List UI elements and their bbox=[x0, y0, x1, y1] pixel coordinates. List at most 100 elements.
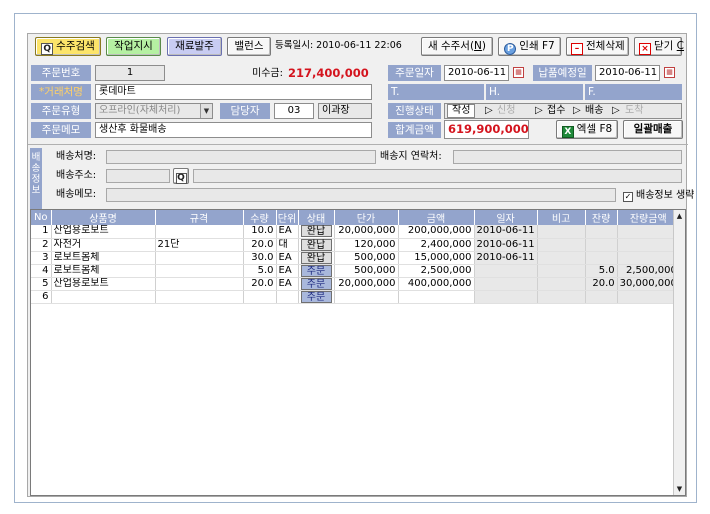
order-type-select[interactable]: 오프라인(자체처리) bbox=[95, 103, 213, 119]
cell-remain-amount[interactable] bbox=[617, 251, 680, 265]
cell-date[interactable]: 2010-06-11 bbox=[474, 251, 538, 265]
delivery-date-field[interactable]: 2010-06-11 bbox=[595, 65, 660, 81]
print-button[interactable]: P 인쇄 F7 bbox=[498, 37, 561, 56]
cell-remain[interactable] bbox=[585, 290, 618, 304]
close-button[interactable]: × 닫기 C bbox=[634, 37, 684, 56]
order-memo-field[interactable]: 생산후 화물배송 bbox=[95, 122, 372, 138]
cell-note[interactable] bbox=[537, 277, 586, 291]
cell-status[interactable]: 완납 bbox=[298, 238, 335, 252]
cell-name[interactable]: 산업용로보트 bbox=[51, 277, 156, 291]
cell-note[interactable] bbox=[537, 264, 586, 278]
cell-no[interactable]: 3 bbox=[31, 251, 52, 265]
cell-remain-amount[interactable]: 2,500,000 bbox=[617, 264, 680, 278]
cell-remain[interactable] bbox=[585, 251, 618, 265]
cell-date[interactable] bbox=[474, 277, 538, 291]
scroll-down-icon[interactable]: ▼ bbox=[674, 483, 685, 495]
cell-no[interactable]: 4 bbox=[31, 264, 52, 278]
col-header-unit[interactable]: 단위 bbox=[276, 210, 299, 225]
cell-qty[interactable]: 20.0 bbox=[243, 277, 277, 291]
work-order-button[interactable]: 작업지시 bbox=[106, 37, 161, 56]
cell-unit[interactable]: 대 bbox=[276, 238, 299, 252]
progress-step-write[interactable]: 작성 bbox=[447, 104, 476, 118]
cell-note[interactable] bbox=[537, 251, 586, 265]
shipping-contact-field[interactable] bbox=[453, 150, 682, 164]
cell-qty[interactable]: 20.0 bbox=[243, 238, 277, 252]
cell-name[interactable]: 로보트몸체 bbox=[51, 264, 156, 278]
cell-note[interactable] bbox=[537, 290, 586, 304]
cell-spec[interactable] bbox=[155, 290, 244, 304]
cell-no[interactable]: 5 bbox=[31, 277, 52, 291]
scroll-up-icon[interactable]: ▲ bbox=[674, 210, 685, 222]
shipping-memo-field[interactable] bbox=[106, 188, 616, 202]
col-header-status[interactable]: 상태 bbox=[298, 210, 335, 225]
progress-step-apply[interactable]: 신청 bbox=[497, 104, 515, 118]
cell-price[interactable]: 500,000 bbox=[334, 251, 399, 265]
cell-status[interactable]: 주문 bbox=[298, 264, 335, 278]
progress-step-receive[interactable]: 접수 bbox=[547, 104, 565, 118]
cell-remain[interactable] bbox=[585, 238, 618, 252]
cell-no[interactable]: 6 bbox=[31, 290, 52, 304]
table-row[interactable]: 3 로보트몸체 30.0 EA 완납 500,000 15,000,000 2010-06-1… bbox=[31, 251, 680, 265]
status-badge[interactable]: 주문 bbox=[300, 264, 332, 276]
col-header-remain-amount[interactable]: 잔량금액 bbox=[617, 210, 680, 225]
status-badge[interactable]: 완납 bbox=[300, 238, 332, 250]
cell-price[interactable] bbox=[334, 290, 399, 304]
order-date-field[interactable]: 2010-06-11 bbox=[444, 65, 509, 81]
cell-note[interactable] bbox=[537, 225, 586, 239]
cell-unit[interactable]: EA bbox=[276, 264, 299, 278]
cell-remain[interactable]: 20.0 bbox=[585, 277, 618, 291]
progress-step-ship[interactable]: 배송 bbox=[585, 104, 603, 118]
cell-spec[interactable] bbox=[155, 277, 244, 291]
cell-no[interactable]: 1 bbox=[31, 225, 52, 239]
cell-remain-amount[interactable]: 30,000,000 bbox=[617, 277, 680, 291]
bulk-sales-button[interactable]: 일괄매출 bbox=[623, 120, 683, 139]
shipping-address-field[interactable] bbox=[193, 169, 682, 183]
col-header-note[interactable]: 비고 bbox=[537, 210, 586, 225]
customer-name-field[interactable]: 롯데마트 bbox=[95, 84, 372, 100]
order-search-button[interactable]: Q 수주검색 bbox=[35, 37, 101, 56]
cell-spec[interactable]: 21단 bbox=[155, 238, 244, 252]
new-order-button[interactable]: 새 수주서(N) bbox=[421, 37, 493, 56]
progress-step-arrive[interactable]: 도착 bbox=[625, 104, 643, 118]
table-row[interactable]: 1 산업용로보트 10.0 EA 완납 20,000,000 200,000,000 2010… bbox=[31, 225, 680, 239]
cell-date[interactable]: 2010-06-11 bbox=[474, 225, 538, 239]
table-row[interactable]: 6 주문 bbox=[31, 290, 680, 304]
cell-note[interactable] bbox=[537, 238, 586, 252]
status-badge[interactable]: 주문 bbox=[300, 277, 332, 289]
cell-unit[interactable]: EA bbox=[276, 225, 299, 239]
cell-amount[interactable]: 2,400,000 bbox=[398, 238, 475, 252]
cell-remain[interactable]: 5.0 bbox=[585, 264, 618, 278]
table-row[interactable]: 2 자전거 21단 20.0 대 완납 120,000 2,400,000 2010-06-11 bbox=[31, 238, 680, 252]
col-header-amount[interactable]: 금액 bbox=[398, 210, 475, 225]
excel-button[interactable]: X 엑셀 F8 bbox=[556, 120, 618, 139]
cell-amount[interactable]: 2,500,000 bbox=[398, 264, 475, 278]
cell-date[interactable]: 2010-06-11 bbox=[474, 238, 538, 252]
calendar-icon[interactable]: ▦ bbox=[513, 67, 524, 78]
cell-amount[interactable]: 200,000,000 bbox=[398, 225, 475, 239]
cell-status[interactable]: 주문 bbox=[298, 277, 335, 291]
calendar-icon[interactable]: ▦ bbox=[664, 67, 675, 78]
cell-date[interactable] bbox=[474, 290, 538, 304]
cell-price[interactable]: 20,000,000 bbox=[334, 225, 399, 239]
status-badge[interactable]: 완납 bbox=[300, 225, 332, 237]
table-row[interactable]: 4 로보트몸체 5.0 EA 주문 500,000 2,500,000 5.0 2,500,00… bbox=[31, 264, 680, 278]
cell-name[interactable]: 로보트몸체 bbox=[51, 251, 156, 265]
cell-unit[interactable]: EA bbox=[276, 277, 299, 291]
cell-name[interactable]: 자전거 bbox=[51, 238, 156, 252]
cell-spec[interactable] bbox=[155, 251, 244, 265]
cell-status[interactable]: 완납 bbox=[298, 225, 335, 239]
skip-shipping-checkbox[interactable]: ✓ 배송정보 생략 bbox=[623, 189, 694, 203]
cell-name[interactable]: 산업용로보트 bbox=[51, 225, 156, 239]
cell-status[interactable]: 주문 bbox=[298, 290, 335, 304]
col-header-remain[interactable]: 잔량 bbox=[585, 210, 618, 225]
cell-remain-amount[interactable] bbox=[617, 225, 680, 239]
col-header-spec[interactable]: 규격 bbox=[155, 210, 244, 225]
cell-remain-amount[interactable] bbox=[617, 238, 680, 252]
cell-remain-amount[interactable] bbox=[617, 290, 680, 304]
balance-button[interactable]: 밸런스 bbox=[227, 37, 271, 56]
address-search-button[interactable]: Q bbox=[173, 168, 189, 184]
cell-amount[interactable]: 400,000,000 bbox=[398, 277, 475, 291]
cell-remain[interactable] bbox=[585, 225, 618, 239]
cell-spec[interactable] bbox=[155, 264, 244, 278]
table-row[interactable]: 5 산업용로보트 20.0 EA 주문 20,000,000 400,000,000 20.0… bbox=[31, 277, 680, 291]
